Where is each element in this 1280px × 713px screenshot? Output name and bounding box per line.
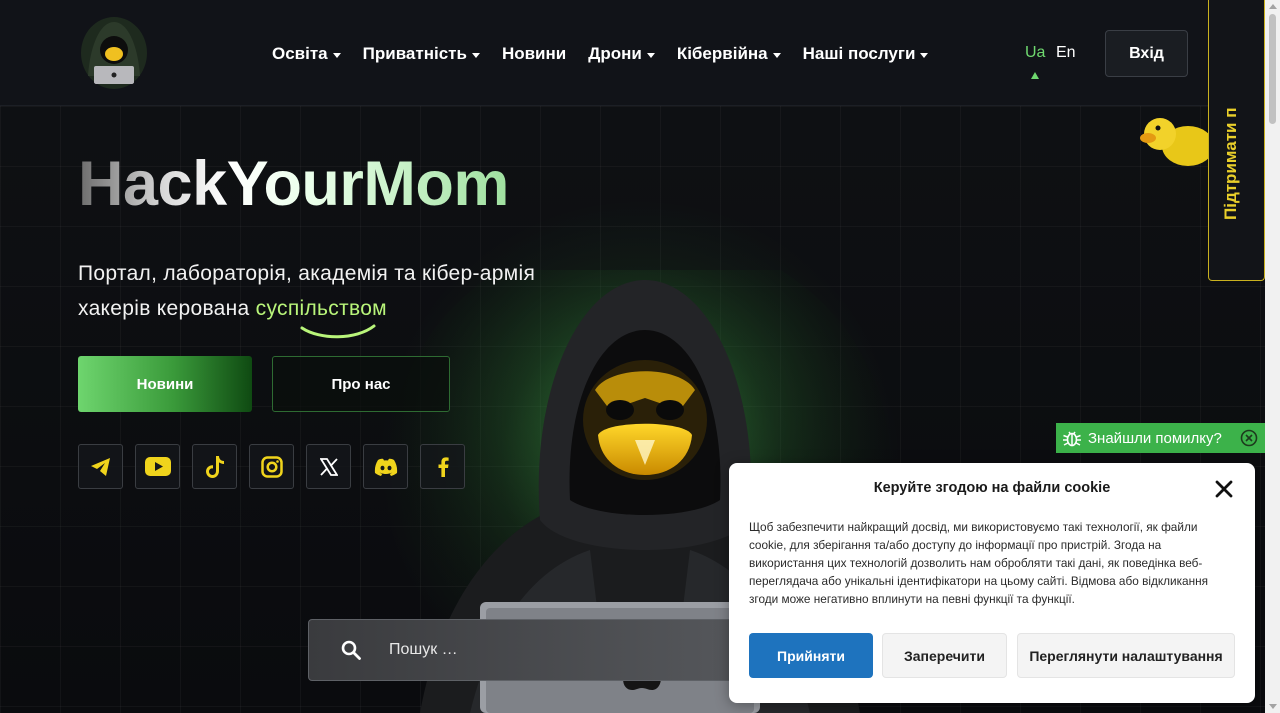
nav-item-services[interactable]: Наші послуги <box>803 44 929 64</box>
site-logo[interactable] <box>80 16 148 90</box>
tiktok-link[interactable] <box>192 444 237 489</box>
telegram-icon <box>90 457 110 476</box>
search-input[interactable] <box>389 620 719 680</box>
nav-item-label: Освіта <box>272 44 328 63</box>
site-header: Освіта Приватність Новини Дрони Кібервій… <box>0 0 1265 106</box>
scroll-down-arrow-icon[interactable] <box>1269 704 1277 709</box>
news-button[interactable]: Новини <box>78 356 252 412</box>
hero-subtitle-line1: Портал, лабораторія, академія та кібер-а… <box>78 262 536 285</box>
cookie-dialog-text: Щоб забезпечити найкращий досвід, ми вик… <box>749 520 1209 606</box>
accept-cookies-button[interactable]: Прийняти <box>749 633 873 678</box>
active-language-indicator <box>1031 72 1039 79</box>
nav-item-label: Кібервійна <box>676 44 768 63</box>
chevron-down-icon <box>332 52 341 58</box>
main-nav: Освіта Приватність Новини Дрони Кібервій… <box>272 44 950 64</box>
facebook-link[interactable] <box>420 444 465 489</box>
page-scrollbar[interactable] <box>1265 0 1280 713</box>
cookie-consent-dialog: Керуйте згодою на файли cookie Щоб забез… <box>729 463 1255 703</box>
youtube-link[interactable] <box>135 444 180 489</box>
highlight-underline <box>300 324 376 339</box>
nav-item-label: Приватність <box>362 44 467 63</box>
view-preferences-button[interactable]: Переглянути налаштування <box>1017 633 1235 678</box>
nav-item-label: Дрони <box>588 44 642 63</box>
telegram-link[interactable] <box>78 444 123 489</box>
facebook-icon <box>438 456 449 477</box>
search-icon[interactable] <box>341 640 361 660</box>
nav-item-cyberwar[interactable]: Кібервійна <box>677 44 781 64</box>
close-icon[interactable] <box>1240 429 1258 447</box>
cookie-dialog-title: Керуйте згодою на файли cookie <box>873 480 1111 496</box>
instagram-link[interactable] <box>249 444 294 489</box>
report-bug-widget[interactable]: Знайшли помилку? <box>1056 423 1265 453</box>
search-bar <box>308 619 738 681</box>
deny-cookies-button[interactable]: Заперечити <box>882 633 1007 678</box>
discord-link[interactable] <box>363 444 408 489</box>
report-bug-label: Знайшли помилку? <box>1088 429 1222 447</box>
nav-item-news[interactable]: Новини <box>502 44 566 64</box>
scrollbar-thumb[interactable] <box>1269 14 1276 124</box>
about-us-button[interactable]: Про нас <box>272 356 450 412</box>
close-icon[interactable] <box>1215 480 1233 498</box>
discord-icon <box>374 458 397 476</box>
social-links <box>78 444 465 489</box>
hero-subtitle-line2: хакерів керована <box>78 297 256 320</box>
nav-item-education[interactable]: Освіта <box>272 44 341 64</box>
bug-icon <box>1063 431 1081 447</box>
instagram-icon <box>260 455 283 478</box>
hero-subtitle: Портал, лабораторія, академія та кібер-а… <box>78 256 578 326</box>
nav-item-label: Новини <box>501 44 567 63</box>
login-button[interactable]: Вхід <box>1105 30 1188 77</box>
chevron-down-icon <box>772 52 781 58</box>
x-link[interactable] <box>306 444 351 489</box>
youtube-icon <box>144 457 171 476</box>
hero-subtitle-highlight: суспільством <box>255 297 387 320</box>
chevron-down-icon <box>646 52 655 58</box>
chevron-down-icon <box>471 52 480 58</box>
hero-title: HackYourMom <box>78 149 509 219</box>
tiktok-icon <box>205 455 224 478</box>
rubber-duck-icon <box>1140 118 1210 166</box>
chevron-down-icon <box>920 52 929 58</box>
x-icon <box>319 457 338 476</box>
scroll-up-arrow-icon[interactable] <box>1269 4 1277 9</box>
nav-item-label: Наші послуги <box>802 44 916 63</box>
language-en-link[interactable]: En <box>1056 44 1076 62</box>
nav-item-privacy[interactable]: Приватність <box>363 44 480 64</box>
support-tab-label: Підтримати п <box>1221 107 1240 220</box>
language-ua-link[interactable]: Ua <box>1025 44 1045 62</box>
nav-item-drones[interactable]: Дрони <box>588 44 655 64</box>
support-project-tab[interactable]: Підтримати п <box>1208 0 1265 281</box>
